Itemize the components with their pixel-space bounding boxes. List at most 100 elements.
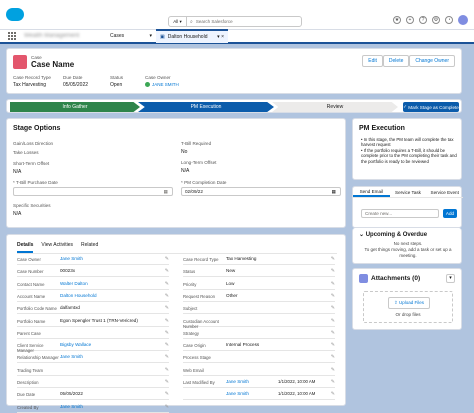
tab-send-email[interactable]: Send Email	[353, 187, 390, 197]
attachments-title: Attachments (0)	[371, 275, 421, 282]
detail-row: Relationship Manager Jane Smith ✎	[17, 351, 169, 364]
add-button[interactable]: Add	[443, 209, 457, 218]
detail-row: Case Number 00023x ✎	[17, 265, 169, 278]
edit-pencil-icon[interactable]: ✎	[165, 404, 169, 410]
detail-row: Case Record Type Tax Harvesting ✎	[183, 253, 335, 265]
edit-pencil-icon[interactable]: ✎	[165, 342, 169, 348]
detail-row: Trading Team ✎	[17, 364, 169, 376]
notification-icon[interactable]: ◔	[445, 16, 453, 24]
upcoming-overdue: ⌄ Upcoming & Overdue No next steps. To g…	[352, 228, 462, 264]
detail-row: Created By Jane Smith ✎	[17, 401, 169, 413]
edit-pencil-icon[interactable]: ✎	[165, 256, 169, 262]
attachments-menu-icon[interactable]: ▾	[446, 274, 455, 283]
edit-pencil-icon[interactable]: ✎	[165, 330, 169, 336]
tab-service-event[interactable]: Service Event	[426, 187, 463, 197]
detail-value[interactable]: Jane Smith	[60, 404, 83, 409]
edit-pencil-icon[interactable]: ✎	[165, 281, 169, 287]
detail-label: Case Origin	[183, 343, 206, 349]
edit-pencil-icon[interactable]: ✎	[331, 268, 335, 274]
add-icon[interactable]: +	[406, 16, 414, 24]
create-new-input[interactable]: Create new...	[361, 209, 439, 218]
path-step-review[interactable]: Review	[272, 102, 398, 112]
detail-label: Created By	[17, 404, 39, 410]
edit-pencil-icon[interactable]: ✎	[331, 281, 335, 287]
file-drop-zone[interactable]: ⇪ Upload Files Or drop files	[363, 291, 453, 323]
edit-pencil-icon[interactable]: ✎	[331, 256, 335, 262]
app-name: Wealth Management	[24, 33, 80, 39]
edit-pencil-icon[interactable]: ✎	[165, 354, 169, 360]
nav-tab-dalton-household[interactable]: ▣ Dalton Household ▾ ×	[156, 29, 228, 43]
path-step-info-gather[interactable]: Info Gather	[10, 102, 140, 112]
edit-pencil-icon[interactable]: ✎	[331, 367, 335, 373]
tab-related[interactable]: Related	[81, 242, 98, 253]
guidance-bullet: • If the portfolio requires a T-Bill, it…	[361, 147, 457, 164]
detail-row: Portfolio Name Egon Spengler Trust 1 (TRN…	[17, 315, 169, 327]
app-launcher-icon[interactable]	[8, 32, 16, 40]
help-icon[interactable]: ?	[419, 16, 427, 24]
detail-label: Last Modified By	[183, 380, 215, 385]
tab-service-task[interactable]: Service Task	[390, 187, 427, 197]
edit-pencil-icon[interactable]: ✎	[331, 293, 335, 299]
edit-pencil-icon[interactable]: ✎	[331, 330, 335, 336]
no-steps-hint: To get things moving, add a task or set …	[364, 247, 452, 258]
edit-pencil-icon[interactable]: ✎	[331, 391, 335, 397]
edit-pencil-icon[interactable]: ✎	[331, 318, 335, 324]
detail-value[interactable]: Dalton Household	[60, 293, 97, 298]
t-bill-purchase-date-input[interactable]: ▦	[13, 187, 173, 196]
detail-row: Status New ✎	[183, 265, 335, 278]
detail-value[interactable]: Walter Dalton	[60, 281, 88, 286]
mark-stage-complete-button[interactable]: ✓ Mark Stage as Complete	[403, 102, 459, 112]
pm-completion-date-input[interactable]: 02/09/22 ▦	[181, 187, 341, 196]
detail-value[interactable]: Jane Smith	[226, 379, 249, 384]
edit-pencil-icon[interactable]: ✎	[165, 268, 169, 274]
tab-view-activities[interactable]: View Activities	[41, 242, 73, 253]
calendar-icon[interactable]: ▦	[332, 189, 336, 195]
guidance-bullet: • In this stage, the PM team will comple…	[361, 137, 454, 148]
field-t-bill-required: T-Bill Required No	[181, 141, 212, 155]
detail-value[interactable]: Bigsby Wallace	[60, 342, 91, 347]
detail-value: Internal Process	[226, 342, 260, 348]
edit-pencil-icon[interactable]: ✎	[165, 293, 169, 299]
edit-pencil-icon[interactable]: ✎	[165, 391, 169, 397]
search-icon: ⌕	[190, 18, 193, 25]
gear-icon[interactable]: ⚙	[432, 16, 440, 24]
edit-pencil-icon[interactable]: ✎	[165, 305, 169, 311]
edit-pencil-icon[interactable]: ✎	[331, 305, 335, 311]
favorites-icon[interactable]: ★	[393, 16, 401, 24]
detail-row: Subject ✎	[183, 302, 335, 315]
nav-tab-cases[interactable]: Cases ▾	[106, 29, 156, 43]
global-search[interactable]: All ▾ ⌕ Search Salesforce	[168, 16, 302, 27]
detail-label: Case Record Type	[183, 257, 219, 262]
detail-value[interactable]: Jane Smith	[60, 256, 83, 261]
edit-pencil-icon[interactable]: ✎	[165, 318, 169, 324]
salesforce-logo[interactable]	[6, 8, 24, 21]
detail-timestamp: 1/1/2022, 10:00 AM	[278, 391, 316, 397]
edit-pencil-icon[interactable]: ✎	[331, 379, 335, 385]
calendar-icon[interactable]: ▦	[164, 189, 168, 195]
delete-button[interactable]: Delete	[382, 55, 410, 67]
detail-row: Case Origin Internal Process ✎	[183, 339, 335, 352]
tab-details[interactable]: Details	[17, 242, 34, 253]
edit-pencil-icon[interactable]: ✎	[165, 379, 169, 385]
avatar[interactable]	[458, 15, 468, 25]
field-t-bill-purchase-date: * T-Bill Purchase Date	[13, 180, 58, 185]
upload-files-button[interactable]: ⇪ Upload Files	[388, 297, 431, 309]
global-header: All ▾ ⌕ Search Salesforce ★ + ? ⚙ ◔	[0, 0, 474, 30]
field-specific-securities: Specific Securities N/A	[13, 203, 51, 217]
detail-value: Low	[226, 280, 235, 286]
path-step-pm-execution[interactable]: PM Execution	[138, 102, 274, 112]
search-scope-dropdown[interactable]: All ▾	[169, 17, 187, 26]
change-owner-button[interactable]: Change Owner	[409, 55, 455, 67]
detail-row: Last Modified By Jane Smith 1/1/2022, 10:0…	[183, 376, 335, 388]
chevron-down-icon: ⌄	[359, 232, 365, 238]
detail-value[interactable]: Jane Smith	[60, 354, 83, 359]
detail-row: Request Reason Other ✎	[183, 290, 335, 302]
upcoming-toggle[interactable]: ⌄ Upcoming & Overdue	[359, 231, 427, 238]
detail-row: Portfolio Code Name dalfamtxd ✎	[17, 302, 169, 315]
detail-value[interactable]: Jane Smith	[226, 391, 249, 396]
edit-pencil-icon[interactable]: ✎	[331, 342, 335, 348]
edit-button[interactable]: Edit	[362, 55, 383, 67]
edit-pencil-icon[interactable]: ✎	[165, 367, 169, 373]
activity-composer: Send Email Service Task Service Event Cr…	[352, 186, 463, 228]
edit-pencil-icon[interactable]: ✎	[331, 354, 335, 360]
